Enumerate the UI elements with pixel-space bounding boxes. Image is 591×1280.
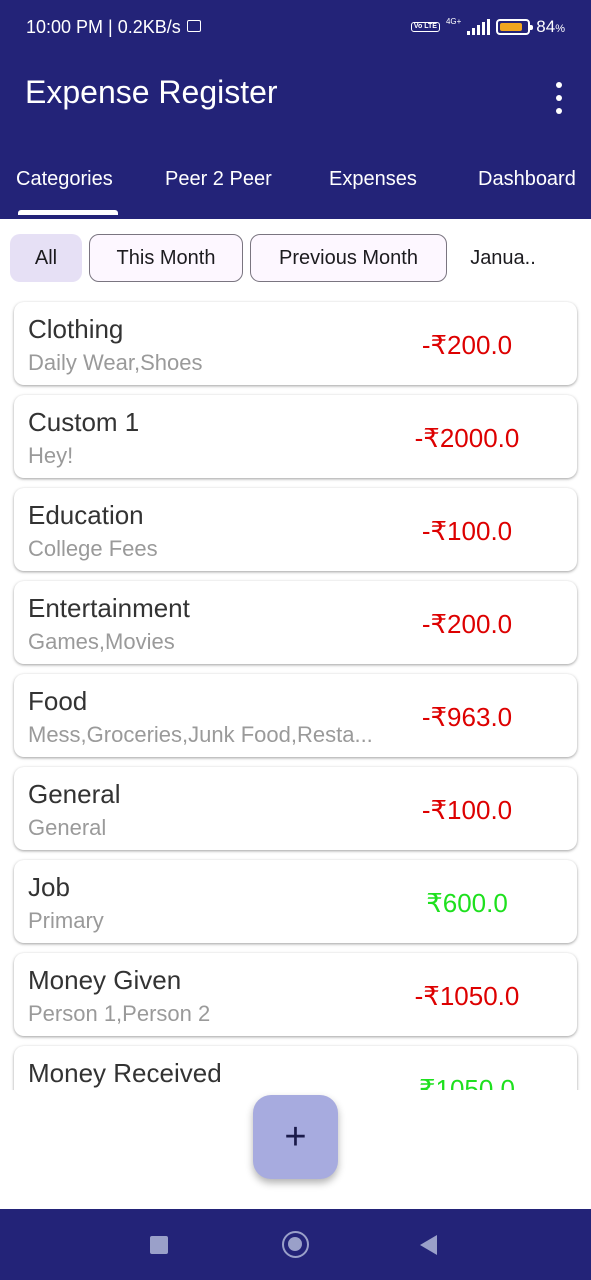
filter-chip-all[interactable]: All — [10, 234, 82, 282]
category-amount: -₹2000.0 — [414, 423, 520, 453]
add-category-button[interactable]: + — [253, 1095, 338, 1179]
filter-chip-this-month[interactable]: This Month — [89, 234, 243, 282]
recents-icon[interactable] — [150, 1236, 168, 1254]
category-name: Custom 1 — [28, 407, 140, 437]
category-amount: ₹600.0 — [426, 888, 508, 918]
home-icon[interactable] — [282, 1231, 309, 1258]
battery-fill — [500, 23, 523, 31]
category-subcategories: College Fees — [28, 536, 158, 561]
status-icons: Vo LTE 4G+ 84% — [410, 16, 565, 38]
battery-icon — [496, 19, 534, 35]
app-title: Expense Register — [25, 74, 278, 110]
category-card-entertainment[interactable]: Entertainment Games,Movies -₹200.0 — [14, 581, 577, 664]
category-subcategories: Mess,Groceries,Junk Food,Resta... — [28, 722, 373, 747]
sim-icon — [186, 20, 201, 33]
tab-dashboard[interactable]: Dashboard — [478, 168, 576, 191]
status-time: 10:00 PM | 0.2KB/s — [26, 17, 201, 38]
back-icon[interactable] — [420, 1235, 437, 1255]
category-subcategories: Games,Movies — [28, 629, 175, 654]
tab-peer-2-peer[interactable]: Peer 2 Peer — [165, 168, 272, 191]
category-card-custom-1[interactable]: Custom 1 Hey! -₹2000.0 — [14, 395, 577, 478]
more-vert-icon[interactable] — [551, 82, 567, 114]
category-name: Money Given — [28, 965, 182, 995]
category-name: Education — [28, 500, 144, 530]
battery-percent: 84% — [536, 17, 565, 36]
category-name: Entertainment — [28, 593, 190, 623]
app-header: 10:00 PM | 0.2KB/s Vo LTE 4G+ 84% Expens… — [0, 0, 591, 219]
category-card-money-given[interactable]: Money Given Person 1,Person 2 -₹1050.0 — [14, 953, 577, 1036]
filter-chip-previous-month[interactable]: Previous Month — [250, 234, 447, 282]
category-card-job[interactable]: Job Primary ₹600.0 — [14, 860, 577, 943]
add-icon: + — [284, 1115, 307, 1158]
category-amount: -₹200.0 — [421, 330, 513, 360]
category-subcategories: Person 1,Person 2 — [28, 1001, 211, 1026]
category-list[interactable]: Clothing Daily Wear,Shoes -₹200.0 Custom… — [0, 300, 591, 1090]
category-card-general[interactable]: General General -₹100.0 — [14, 767, 577, 850]
filter-chip-january[interactable]: Janua.. — [455, 234, 551, 282]
tab-categories[interactable]: Categories — [16, 168, 113, 191]
category-amount: -₹100.0 — [421, 795, 513, 825]
category-subcategories: General — [28, 815, 107, 840]
category-amount: -₹963.0 — [421, 702, 513, 732]
category-amount: -₹200.0 — [421, 609, 513, 639]
category-name: Job — [28, 872, 70, 902]
category-amount: ₹1050.0 — [418, 1074, 516, 1090]
tab-indicator — [18, 210, 118, 215]
status-bar: 10:00 PM | 0.2KB/s Vo LTE 4G+ 84% — [0, 0, 591, 56]
category-card-education[interactable]: Education College Fees -₹100.0 — [14, 488, 577, 571]
category-subcategories: Primary — [28, 908, 104, 933]
category-subcategories: Daily Wear,Shoes — [28, 350, 203, 375]
category-name: General — [28, 779, 121, 809]
category-name: Clothing — [28, 314, 124, 344]
signal-icon — [467, 19, 491, 35]
category-name: Food — [28, 686, 88, 716]
tab-expenses[interactable]: Expenses — [329, 168, 417, 191]
category-card-food[interactable]: Food Mess,Groceries,Junk Food,Resta... -… — [14, 674, 577, 757]
category-amount: -₹100.0 — [421, 516, 513, 546]
category-subcategories: Hey! — [28, 443, 74, 468]
system-nav-bar — [0, 1209, 591, 1280]
category-name: Money Received — [28, 1058, 222, 1088]
network-type: 4G+ — [445, 16, 462, 26]
category-amount: -₹1050.0 — [414, 981, 520, 1011]
status-time-text: 10:00 PM | 0.2KB/s — [26, 17, 181, 37]
category-card-clothing[interactable]: Clothing Daily Wear,Shoes -₹200.0 — [14, 302, 577, 385]
volte-icon: Vo LTE — [410, 22, 440, 32]
category-card-money-received[interactable]: Money Received ₹1050.0 — [14, 1046, 577, 1090]
